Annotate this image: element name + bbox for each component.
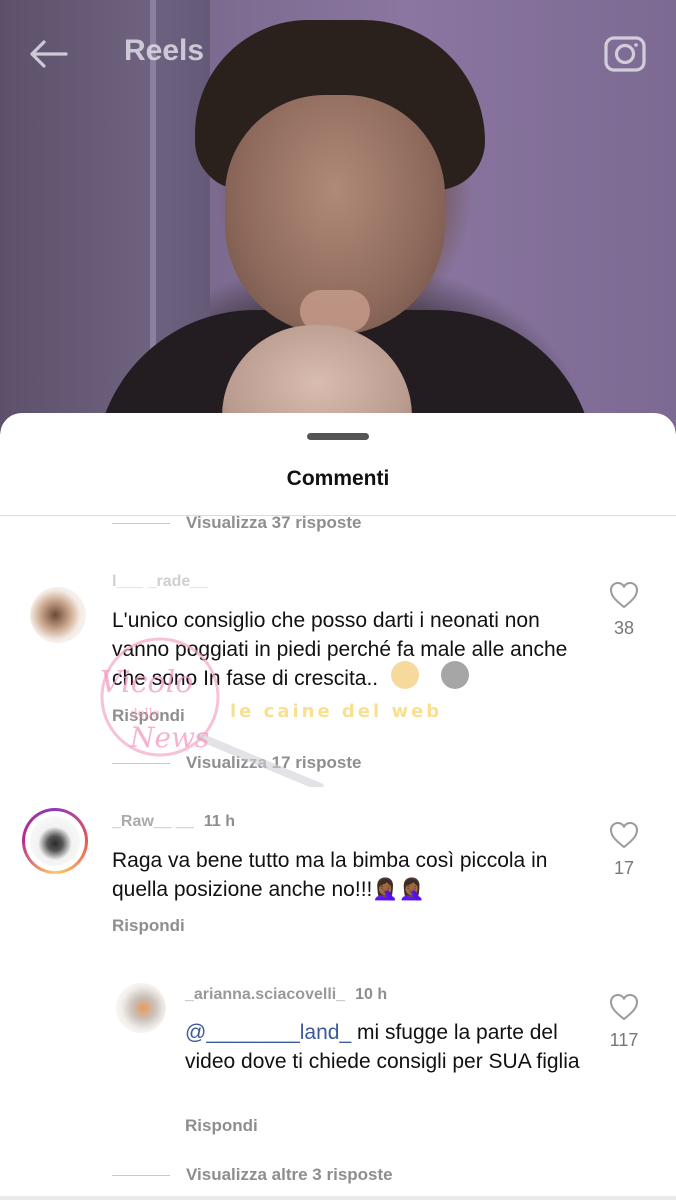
replies-line [112,762,170,764]
view-replies-label: Visualizza altre 3 risposte [186,1165,393,1184]
username-text: _Raw__ __ [112,813,194,830]
avatar[interactable] [116,983,166,1033]
view-replies-link[interactable]: Visualizza 37 risposte [112,513,361,533]
comment-username[interactable]: _arianna.sciacovelli_ 10 h [185,986,387,1004]
like-button[interactable]: 117 [599,993,649,1051]
view-replies-link[interactable]: Visualizza altre 3 risposte [112,1165,393,1185]
sheet-title: Commenti [286,467,390,490]
view-replies-link[interactable]: Visualizza 17 risposte [112,753,361,773]
top-bar: Reels [0,0,676,100]
camera-icon[interactable] [602,30,648,76]
comment-text: Raga va bene tutto ma la bimba così picc… [112,849,548,901]
drag-handle[interactable] [307,433,369,440]
like-count: 17 [613,858,635,878]
heart-icon [609,581,639,609]
comment-username[interactable]: _Raw__ __ 11 h [112,813,235,831]
reply-button[interactable]: Rispondi [112,916,185,936]
view-replies-label: Visualizza 17 risposte [186,753,362,772]
replies-line [112,1174,170,1176]
avatar[interactable] [30,587,86,643]
avatar [30,816,80,866]
like-count: 117 [609,1030,639,1050]
comment-text: @________land_ mi sfugge la parte del vi… [185,1018,595,1076]
bottom-edge [0,1196,676,1200]
replies-line [112,522,170,524]
heart-icon [609,993,639,1021]
like-button[interactable]: 38 [599,581,649,639]
comment-time: 11 h [203,813,235,830]
comments-sheet: Commenti Visualizza 37 risposte l___ _ra… [0,413,676,1200]
like-button[interactable]: 17 [599,821,649,879]
reply-button[interactable]: Rispondi [185,1116,258,1136]
reply-button[interactable]: Rispondi [112,706,185,726]
comment-text: L'unico consiglio che posso darti i neon… [112,609,568,690]
comment-time: 10 h [355,986,388,1003]
view-replies-label: Visualizza 37 risposte [186,513,362,532]
back-arrow-icon[interactable] [26,32,70,76]
like-count: 38 [613,618,635,638]
page-title: Reels [124,34,205,67]
mention-link[interactable]: @________land_ [185,1021,351,1044]
heart-icon [609,821,639,849]
comment-username[interactable]: l___ _rade__ [112,573,208,591]
avatar-story-ring[interactable] [22,808,88,874]
username-text: _arianna.sciacovelli_ [185,986,346,1003]
